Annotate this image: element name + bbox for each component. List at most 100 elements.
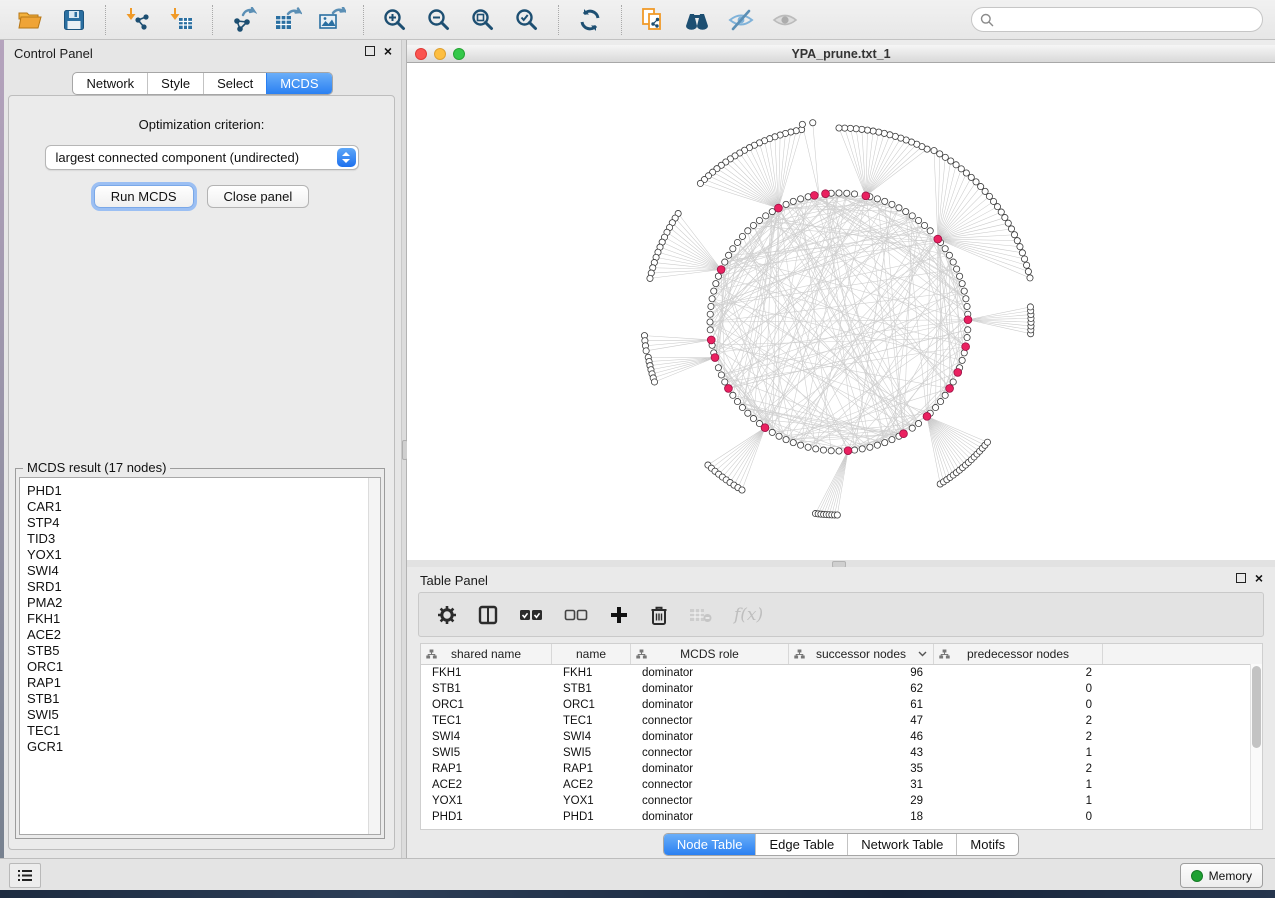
table-cell[interactable]: RAP1 — [552, 763, 631, 775]
zoom-selected-icon[interactable] — [512, 5, 542, 35]
table-cell[interactable]: YOX1 — [421, 795, 552, 807]
run-mcds-button[interactable]: Run MCDS — [94, 185, 194, 208]
table-cell[interactable]: 1 — [934, 779, 1103, 791]
table-cell[interactable]: 35 — [789, 763, 934, 775]
table-row[interactable]: FKH1FKH1dominator962 — [421, 665, 1262, 681]
tab-style[interactable]: Style — [147, 73, 203, 94]
column-header[interactable]: MCDS role — [631, 644, 789, 664]
list-item[interactable]: ACE2 — [27, 627, 380, 643]
table-cell[interactable]: TEC1 — [421, 715, 552, 727]
first-neighbors-icon[interactable] — [682, 5, 712, 35]
list-item[interactable]: PMA2 — [27, 595, 380, 611]
list-item[interactable]: ORC1 — [27, 659, 380, 675]
table-cell[interactable]: 1 — [934, 795, 1103, 807]
close-panel-icon[interactable]: × — [384, 46, 392, 56]
close-panel-icon[interactable]: × — [1255, 573, 1263, 583]
list-item[interactable]: TEC1 — [27, 723, 380, 739]
tab-network[interactable]: Network — [73, 73, 147, 94]
tab-motifs[interactable]: Motifs — [956, 834, 1018, 855]
table-cell[interactable]: PHD1 — [552, 811, 631, 823]
table-cell[interactable]: SWI5 — [552, 747, 631, 759]
table-cell[interactable]: 46 — [789, 731, 934, 743]
table-cell[interactable]: 1 — [934, 747, 1103, 759]
table-cell[interactable]: 29 — [789, 795, 934, 807]
table-cell[interactable]: dominator — [631, 731, 789, 743]
scrollbar-thumb[interactable] — [1252, 666, 1261, 748]
table-row[interactable]: ORC1ORC1dominator610 — [421, 697, 1262, 713]
task-history-button[interactable] — [9, 863, 41, 888]
tab-select[interactable]: Select — [203, 73, 266, 94]
table-cell[interactable]: 0 — [934, 811, 1103, 823]
export-network-icon[interactable] — [229, 5, 259, 35]
search-input[interactable] — [999, 11, 1262, 28]
column-header[interactable]: name — [552, 644, 631, 664]
table-cell[interactable]: RAP1 — [421, 763, 552, 775]
open-file-icon[interactable] — [15, 5, 45, 35]
table-row[interactable]: YOX1YOX1connector291 — [421, 793, 1262, 809]
column-header[interactable]: predecessor nodes — [934, 644, 1103, 664]
list-item[interactable]: YOX1 — [27, 547, 380, 563]
table-cell[interactable]: 0 — [934, 683, 1103, 695]
float-panel-icon[interactable] — [1236, 573, 1246, 583]
list-item[interactable]: SWI4 — [27, 563, 380, 579]
mcds-result-list[interactable]: PHD1CAR1STP4TID3YOX1SWI4SRD1PMA2FKH1ACE2… — [19, 477, 381, 835]
table-cell[interactable]: SWI5 — [421, 747, 552, 759]
unselect-all-icon[interactable] — [564, 607, 588, 623]
list-item[interactable]: STP4 — [27, 515, 380, 531]
table-row[interactable]: ACE2ACE2connector311 — [421, 777, 1262, 793]
refresh-layout-icon[interactable] — [575, 5, 605, 35]
table-cell[interactable]: SWI4 — [421, 731, 552, 743]
table-row[interactable]: TEC1TEC1connector472 — [421, 713, 1262, 729]
column-chooser-icon[interactable] — [478, 605, 498, 625]
table-cell[interactable]: FKH1 — [421, 667, 552, 679]
table-row[interactable]: SWI5SWI5connector431 — [421, 745, 1262, 761]
hide-selected-icon[interactable] — [726, 5, 756, 35]
tab-mcds[interactable]: MCDS — [266, 73, 331, 94]
list-item[interactable]: STB1 — [27, 691, 380, 707]
search-field[interactable] — [971, 7, 1263, 32]
table-cell[interactable]: 2 — [934, 667, 1103, 679]
table-settings-icon[interactable] — [437, 605, 457, 625]
save-session-icon[interactable] — [59, 5, 89, 35]
tab-network-table[interactable]: Network Table — [847, 834, 956, 855]
table-cell[interactable]: 2 — [934, 715, 1103, 727]
table-cell[interactable]: connector — [631, 795, 789, 807]
table-cell[interactable]: TEC1 — [552, 715, 631, 727]
zoom-out-icon[interactable] — [424, 5, 454, 35]
table-cell[interactable]: ORC1 — [421, 699, 552, 711]
table-cell[interactable]: 47 — [789, 715, 934, 727]
list-item[interactable]: SRD1 — [27, 579, 380, 595]
table-row[interactable]: RAP1RAP1dominator352 — [421, 761, 1262, 777]
table-cell[interactable]: 31 — [789, 779, 934, 791]
network-canvas[interactable] — [407, 63, 1275, 560]
table-cell[interactable]: 2 — [934, 731, 1103, 743]
table-cell[interactable]: dominator — [631, 667, 789, 679]
network-graph[interactable] — [407, 63, 1275, 560]
table-cell[interactable]: 2 — [934, 763, 1103, 775]
export-table-icon[interactable] — [273, 5, 303, 35]
list-item[interactable]: FKH1 — [27, 611, 380, 627]
table-cell[interactable]: connector — [631, 779, 789, 791]
table-cell[interactable]: ACE2 — [552, 779, 631, 791]
tab-node-table[interactable]: Node Table — [664, 834, 756, 855]
import-network-icon[interactable] — [122, 5, 152, 35]
table-cell[interactable]: dominator — [631, 811, 789, 823]
table-cell[interactable]: ACE2 — [421, 779, 552, 791]
network-window-titlebar[interactable]: YPA_prune.txt_1 — [407, 45, 1275, 63]
list-item[interactable]: GCR1 — [27, 739, 380, 755]
table-row[interactable]: SWI4SWI4dominator462 — [421, 729, 1262, 745]
table-cell[interactable]: 0 — [934, 699, 1103, 711]
table-row[interactable]: PHD1PHD1dominator180 — [421, 809, 1262, 825]
table-cell[interactable]: 18 — [789, 811, 934, 823]
zoom-fit-icon[interactable] — [468, 5, 498, 35]
float-panel-icon[interactable] — [365, 46, 375, 56]
add-row-icon[interactable] — [609, 605, 629, 625]
table-row[interactable]: STB1STB1dominator620 — [421, 681, 1262, 697]
table-cell[interactable]: FKH1 — [552, 667, 631, 679]
criterion-dropdown[interactable]: largest connected component (undirected) — [45, 145, 359, 170]
table-cell[interactable]: SWI4 — [552, 731, 631, 743]
list-item[interactable]: TID3 — [27, 531, 380, 547]
list-item[interactable]: PHD1 — [27, 483, 380, 499]
column-header[interactable]: shared name — [421, 644, 552, 664]
tab-edge-table[interactable]: Edge Table — [755, 834, 847, 855]
